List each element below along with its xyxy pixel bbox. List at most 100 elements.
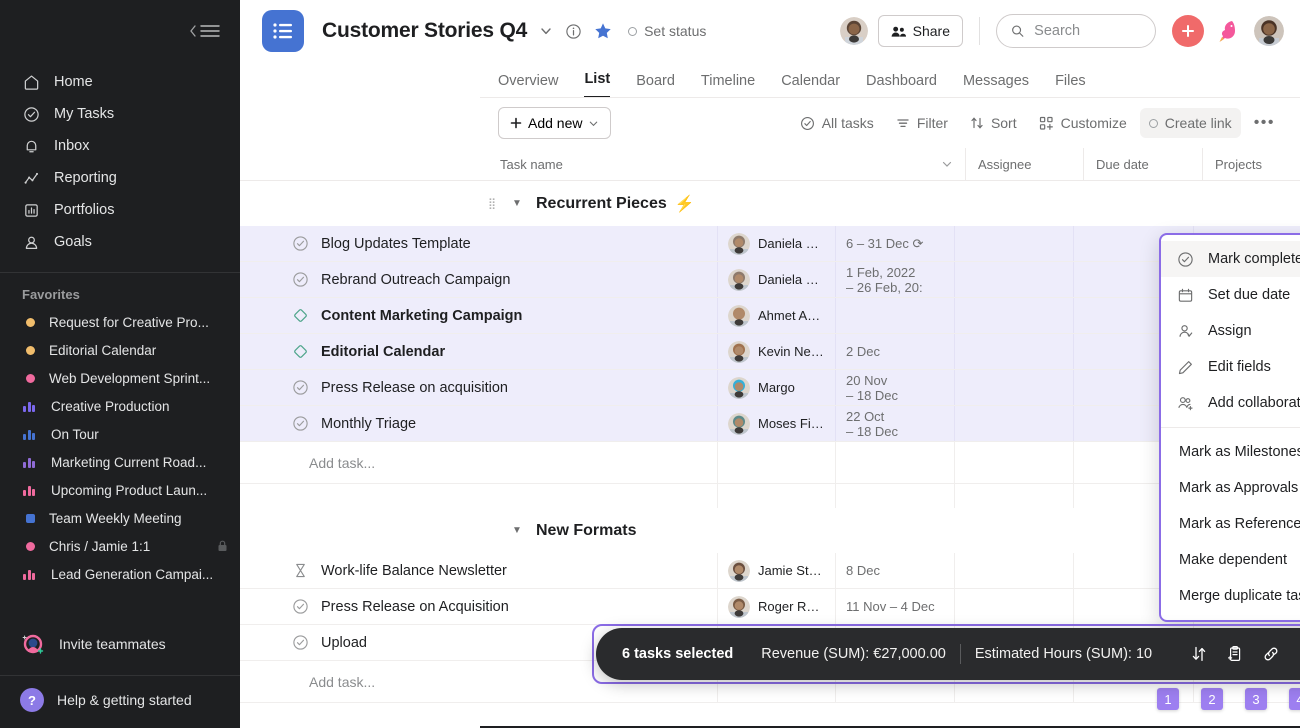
projects-cell[interactable] xyxy=(955,226,1074,261)
sidebar-item-reporting[interactable]: Reporting xyxy=(0,162,240,194)
due-date-cell[interactable]: 8 Dec xyxy=(836,553,955,588)
menu-item-edit-fields[interactable]: Edit fields xyxy=(1161,349,1300,385)
drag-handle-icon[interactable]: ⣿ xyxy=(488,201,495,207)
search-input[interactable] xyxy=(1034,23,1141,39)
add-task-row[interactable]: Add task... xyxy=(240,442,1300,484)
chevron-down-icon[interactable]: ▼ xyxy=(512,525,522,536)
invite-teammates-button[interactable]: Invite teammates xyxy=(0,621,240,667)
tab-files[interactable]: Files xyxy=(1055,73,1086,98)
assignee-cell[interactable]: Daniela Var... xyxy=(718,226,836,261)
add-new-button[interactable]: Add new xyxy=(498,107,611,139)
task-status-icon[interactable] xyxy=(292,415,309,432)
sidebar-item-portfolios[interactable]: Portfolios xyxy=(0,194,240,226)
assignee-cell[interactable]: Roger Ray... xyxy=(718,589,836,624)
assignee-cell[interactable]: Moses Fidel xyxy=(718,406,836,441)
assignee-cell[interactable]: Ahmet Aslan xyxy=(718,298,836,333)
favorite-item[interactable]: Web Development Sprint... xyxy=(0,364,240,392)
favorite-item[interactable]: Creative Production xyxy=(0,392,240,420)
task-status-icon[interactable] xyxy=(292,343,309,360)
table-row[interactable]: Content Marketing Campaign Ahmet Aslan xyxy=(240,298,1300,334)
menu-item-set-due-date[interactable]: Set due date xyxy=(1161,277,1300,313)
tab-messages[interactable]: Messages xyxy=(963,73,1029,98)
menu-item-mark-complete[interactable]: Mark complete xyxy=(1161,241,1300,277)
table-row[interactable]: Editorial Calendar Kevin New... 2 Dec xyxy=(240,334,1300,370)
menu-item-mark-as-approvals[interactable]: Mark as Approvals xyxy=(1161,470,1300,506)
due-date-cell[interactable]: 20 Nov– 18 Dec xyxy=(836,370,955,405)
search-box[interactable] xyxy=(996,14,1156,48)
projects-cell[interactable] xyxy=(955,589,1074,624)
favorite-item[interactable]: Lead Generation Campai... xyxy=(0,560,240,588)
favorite-item[interactable]: Team Weekly Meeting xyxy=(0,504,240,532)
table-row[interactable]: Blog Updates Template Daniela Var... 6 –… xyxy=(240,226,1300,262)
task-status-icon[interactable] xyxy=(292,562,309,579)
tab-list[interactable]: List xyxy=(584,71,610,98)
duplicate-task-icon[interactable] xyxy=(1218,637,1252,671)
menu-item-mark-as-milestones[interactable]: Mark as Milestones xyxy=(1161,434,1300,470)
task-status-icon[interactable] xyxy=(292,235,309,252)
task-status-icon[interactable] xyxy=(292,598,309,615)
create-button[interactable] xyxy=(1172,15,1204,47)
due-date-cell[interactable]: 6 – 31 Dec ⟳ xyxy=(836,226,955,261)
task-name-cell[interactable]: Work-life Balance Newsletter xyxy=(240,553,718,588)
task-name-cell[interactable]: Rebrand Outreach Campaign xyxy=(240,262,718,297)
table-row[interactable]: Rebrand Outreach Campaign Daniela Var...… xyxy=(240,262,1300,298)
favorite-item[interactable]: Request for Creative Pro... xyxy=(0,308,240,336)
sidebar-item-inbox[interactable]: Inbox xyxy=(0,130,240,162)
collapse-menu-icon[interactable] xyxy=(189,24,220,38)
customize-button[interactable]: Customize xyxy=(1030,108,1136,138)
menu-item-merge-duplicate-tasks[interactable]: Merge duplicate tasks xyxy=(1161,578,1300,614)
tab-board[interactable]: Board xyxy=(636,73,675,98)
menu-item-make-dependent[interactable]: Make dependent xyxy=(1161,542,1300,578)
due-date-cell[interactable] xyxy=(836,298,955,333)
column-header-task-name[interactable]: Task name xyxy=(488,148,966,181)
task-status-icon[interactable] xyxy=(292,271,309,288)
task-name-cell[interactable]: Press Release on Acquisition xyxy=(240,589,718,624)
menu-item-mark-as-references[interactable]: Mark as References xyxy=(1161,506,1300,542)
favorite-item[interactable]: On Tour xyxy=(0,420,240,448)
due-date-cell[interactable]: 22 Oct– 18 Dec xyxy=(836,406,955,441)
add-task-cell[interactable]: Add task... xyxy=(240,442,718,483)
projects-cell[interactable] xyxy=(955,406,1074,441)
table-row[interactable]: Press Release on acquisition Margo 20 No… xyxy=(240,370,1300,406)
task-name-cell[interactable]: Press Release on acquisition xyxy=(240,370,718,405)
task-name-cell[interactable]: Content Marketing Campaign xyxy=(240,298,718,333)
share-button[interactable]: Share xyxy=(878,15,963,47)
projects-cell[interactable] xyxy=(955,553,1074,588)
menu-item-assign[interactable]: Assign xyxy=(1161,313,1300,349)
due-date-cell[interactable]: 1 Feb, 2022– 26 Feb, 20: xyxy=(836,262,955,297)
due-date-cell[interactable]: 2 Dec xyxy=(836,334,955,369)
projects-cell[interactable] xyxy=(955,298,1074,333)
info-circle-icon[interactable] xyxy=(565,23,582,40)
link-icon[interactable] xyxy=(1254,637,1288,671)
move-icon[interactable] xyxy=(1182,637,1216,671)
favorite-item[interactable]: Marketing Current Road... xyxy=(0,448,240,476)
projects-cell[interactable] xyxy=(955,262,1074,297)
assignee-cell[interactable]: Daniela Var... xyxy=(718,262,836,297)
delete-icon[interactable] xyxy=(1290,637,1300,671)
sort-button[interactable]: Sort xyxy=(961,108,1026,138)
avatar[interactable] xyxy=(840,17,868,45)
column-header-projects[interactable]: Projects xyxy=(1203,148,1300,181)
projects-cell[interactable] xyxy=(955,370,1074,405)
task-status-icon[interactable] xyxy=(292,307,309,324)
favorite-item[interactable]: Chris / Jamie 1:1 xyxy=(0,532,240,560)
menu-item-add-collaborators[interactable]: Add collaborators xyxy=(1161,385,1300,421)
chevron-down-icon[interactable]: ▼ xyxy=(512,198,522,209)
assignee-cell[interactable]: Kevin New... xyxy=(718,334,836,369)
tab-overview[interactable]: Overview xyxy=(498,73,558,98)
task-status-icon[interactable] xyxy=(292,634,309,651)
column-header-assignee[interactable]: Assignee xyxy=(966,148,1084,181)
task-name-cell[interactable]: Editorial Calendar xyxy=(240,334,718,369)
task-name-cell[interactable]: Monthly Triage xyxy=(240,406,718,441)
tab-calendar[interactable]: Calendar xyxy=(781,73,840,98)
assignee-cell[interactable]: Jamie Stap... xyxy=(718,553,836,588)
assignee-cell[interactable]: Margo xyxy=(718,370,836,405)
task-group-header[interactable]: ▼New Formats xyxy=(240,508,1300,553)
projects-cell[interactable] xyxy=(955,334,1074,369)
table-row[interactable]: Press Release on Acquisition Roger Ray..… xyxy=(240,589,1300,625)
favorite-item[interactable]: Upcoming Product Laun... xyxy=(0,476,240,504)
sidebar-item-home[interactable]: Home xyxy=(0,66,240,98)
sidebar-item-my-tasks[interactable]: My Tasks xyxy=(0,98,240,130)
set-status-button[interactable]: Set status xyxy=(628,23,706,39)
sidebar-item-goals[interactable]: Goals xyxy=(0,226,240,258)
